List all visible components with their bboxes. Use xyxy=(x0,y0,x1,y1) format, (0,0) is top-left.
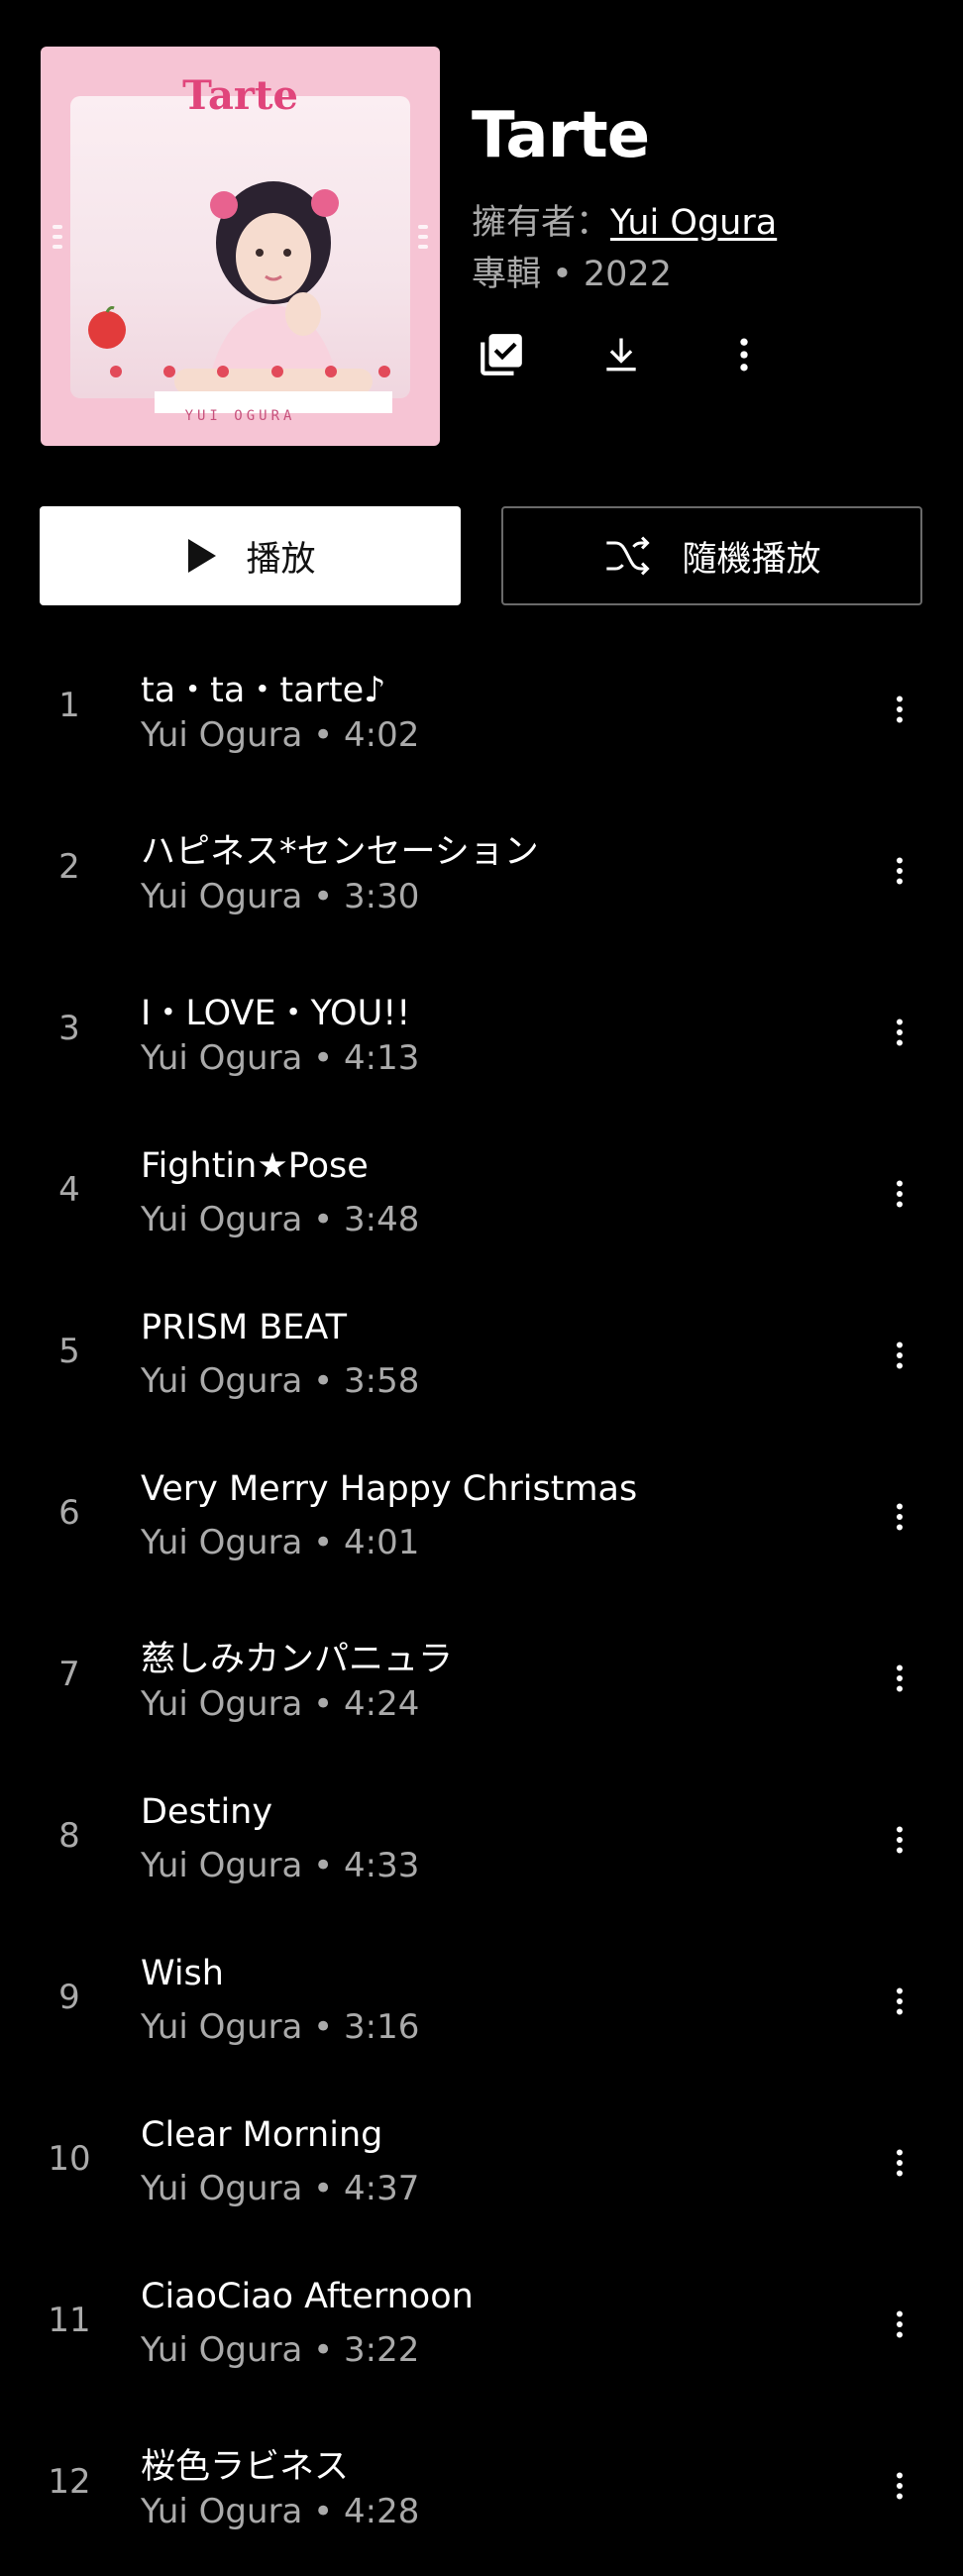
owner-link[interactable]: Yui Ogura xyxy=(610,203,777,243)
track-subtitle: Yui Ogura • 3:30 xyxy=(141,877,420,916)
track-number: 9 xyxy=(58,1978,80,2017)
album-header: Tarte YUI OGURA Tarte 擁有者：Yui Ogura 專輯 •… xyxy=(0,0,963,476)
track-number: 4 xyxy=(58,1170,80,1210)
cover-decoration-right xyxy=(418,225,428,265)
track-subtitle: Yui Ogura • 4:01 xyxy=(141,1523,420,1562)
track-number: 1 xyxy=(58,686,80,725)
more-vert-icon xyxy=(897,1019,903,1046)
track-more-button[interactable] xyxy=(868,839,931,903)
track-subtitle: Yui Ogura • 4:13 xyxy=(141,1038,420,1078)
track-row[interactable]: 7 慈しみカンパニュラ Yui Ogura • 4:24 xyxy=(0,1599,963,1761)
track-title: Clear Morning xyxy=(141,2115,383,2155)
track-number: 7 xyxy=(58,1655,80,1694)
track-more-button[interactable] xyxy=(868,678,931,741)
album-meta: 專輯 • 2022 xyxy=(472,255,672,294)
track-row[interactable]: 5 PRISM BEAT Yui Ogura • 3:58 xyxy=(0,1276,963,1438)
track-subtitle: Yui Ogura • 4:28 xyxy=(141,2492,420,2531)
more-vert-icon xyxy=(897,1503,903,1531)
track-subtitle: Yui Ogura • 4:37 xyxy=(141,2169,420,2208)
track-title: 慈しみカンパニュラ xyxy=(141,1640,454,1679)
track-subtitle: Yui Ogura • 3:16 xyxy=(141,2007,420,2047)
track-number: 3 xyxy=(58,1009,80,1048)
track-number: 5 xyxy=(58,1332,80,1371)
track-subtitle: Yui Ogura • 3:22 xyxy=(141,2330,420,2370)
track-more-button[interactable] xyxy=(868,1001,931,1064)
track-subtitle: Yui Ogura • 3:48 xyxy=(141,1200,420,1239)
shuffle-button[interactable]: 隨機播放 xyxy=(501,506,922,605)
more-vert-icon xyxy=(897,2149,903,2177)
cover-strawberries xyxy=(110,366,390,379)
track-title: CiaoCiao Afternoon xyxy=(141,2277,474,2316)
track-title: Very Merry Happy Christmas xyxy=(141,1469,638,1509)
album-cover[interactable]: Tarte YUI OGURA xyxy=(41,47,440,446)
owner-prefix: 擁有者： xyxy=(472,203,611,243)
apple-icon xyxy=(88,306,126,349)
cover-decoration-left xyxy=(53,225,62,265)
shuffle-icon xyxy=(602,534,654,578)
save-to-library-button[interactable] xyxy=(470,323,533,386)
cover-title-text: Tarte xyxy=(182,72,298,119)
owner-line: 擁有者：Yui Ogura xyxy=(472,194,777,245)
track-more-button[interactable] xyxy=(868,1324,931,1387)
track-row[interactable]: 11 CiaoCiao Afternoon Yui Ogura • 3:22 xyxy=(0,2245,963,2407)
track-row[interactable]: 9 Wish Yui Ogura • 3:16 xyxy=(0,1922,963,2084)
more-vert-icon xyxy=(897,2310,903,2338)
more-vert-icon xyxy=(897,1180,903,1208)
track-row[interactable]: 12 桜色ラビネス Yui Ogura • 4:28 xyxy=(0,2407,963,2568)
track-title: ta・ta・tarte♪ xyxy=(141,671,386,710)
track-title: Fightin★Pose xyxy=(141,1146,369,1186)
track-row[interactable]: 6 Very Merry Happy Christmas Yui Ogura •… xyxy=(0,1438,963,1599)
track-row[interactable]: 1 ta・ta・tarte♪ Yui Ogura • 4:02 xyxy=(0,630,963,792)
track-more-button[interactable] xyxy=(868,2293,931,2356)
more-vert-icon xyxy=(897,1664,903,1692)
track-title: I・LOVE・YOU!! xyxy=(141,994,411,1033)
track-subtitle: Yui Ogura • 4:02 xyxy=(141,715,420,755)
track-number: 2 xyxy=(58,847,80,887)
play-button[interactable]: 播放 xyxy=(40,506,461,605)
track-row[interactable]: 8 Destiny Yui Ogura • 4:33 xyxy=(0,1761,963,1922)
track-more-button[interactable] xyxy=(868,1647,931,1710)
cover-photo xyxy=(70,96,410,413)
download-icon xyxy=(606,338,636,372)
more-vert-icon xyxy=(897,1826,903,1854)
track-row[interactable]: 10 Clear Morning Yui Ogura • 4:37 xyxy=(0,2084,963,2245)
track-subtitle: Yui Ogura • 4:24 xyxy=(141,1684,420,1724)
track-more-button[interactable] xyxy=(868,1485,931,1549)
track-row[interactable]: 3 I・LOVE・YOU!! Yui Ogura • 4:13 xyxy=(0,953,963,1115)
cover-artist-text: YUI OGURA xyxy=(184,408,296,424)
track-row[interactable]: 4 Fightin★Pose Yui Ogura • 3:48 xyxy=(0,1115,963,1276)
track-more-button[interactable] xyxy=(868,2454,931,2518)
track-number: 12 xyxy=(48,2462,91,2502)
track-title: PRISM BEAT xyxy=(141,1308,348,1347)
album-title: Tarte xyxy=(472,99,650,172)
track-title: Wish xyxy=(141,1954,224,1993)
track-subtitle: Yui Ogura • 4:33 xyxy=(141,1846,420,1885)
track-subtitle: Yui Ogura • 3:58 xyxy=(141,1361,420,1401)
track-number: 8 xyxy=(58,1816,80,1856)
track-more-button[interactable] xyxy=(868,1970,931,2033)
more-vert-icon xyxy=(740,338,748,372)
more-vert-icon xyxy=(897,1987,903,2015)
play-icon xyxy=(184,537,218,575)
track-title: Destiny xyxy=(141,1792,273,1832)
track-more-button[interactable] xyxy=(868,1162,931,1226)
shuffle-label: 隨機播放 xyxy=(682,539,821,580)
download-button[interactable] xyxy=(589,323,653,386)
track-title: 桜色ラビネス xyxy=(141,2447,350,2487)
track-number: 11 xyxy=(48,2301,91,2340)
track-more-button[interactable] xyxy=(868,1808,931,1872)
track-more-button[interactable] xyxy=(868,2131,931,2195)
track-row[interactable]: 2 ハピネス*センセーション Yui Ogura • 3:30 xyxy=(0,792,963,953)
more-vert-icon xyxy=(897,857,903,885)
track-number: 6 xyxy=(58,1493,80,1533)
more-vert-icon xyxy=(897,1342,903,1369)
track-title: ハピネス*センセーション xyxy=(141,832,539,872)
more-vert-icon xyxy=(897,696,903,723)
library-add-check-icon xyxy=(481,334,522,376)
track-number: 10 xyxy=(48,2139,91,2179)
more-vert-icon xyxy=(897,2472,903,2500)
play-label: 播放 xyxy=(246,539,316,580)
album-more-button[interactable] xyxy=(712,323,776,386)
